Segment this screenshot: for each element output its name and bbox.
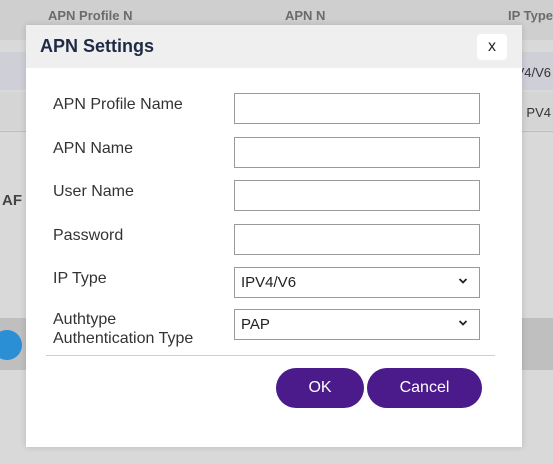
ok-button[interactable]: OK xyxy=(276,368,364,408)
cancel-button[interactable]: Cancel xyxy=(367,368,482,408)
background-side-label: AF xyxy=(2,192,22,209)
ip-type-select[interactable]: IPV4/V6 xyxy=(234,267,480,298)
authtype-label: Authtype xyxy=(53,311,117,328)
background-column-header: IP Type xyxy=(508,8,553,23)
close-button[interactable]: x xyxy=(477,34,507,60)
user-name-input[interactable] xyxy=(234,180,480,211)
ip-type-label: IP Type xyxy=(53,270,107,287)
apn-profile-name-input[interactable] xyxy=(234,93,480,124)
authtype-select[interactable]: PAP xyxy=(234,309,480,340)
apn-name-input[interactable] xyxy=(234,137,480,168)
authtype-selected-value: PAP xyxy=(241,316,270,333)
password-input[interactable] xyxy=(234,224,480,255)
ip-type-selected-value: IPV4/V6 xyxy=(241,274,297,291)
password-label: Password xyxy=(53,227,124,244)
apn-name-label: APN Name xyxy=(53,140,134,157)
apn-profile-name-label: APN Profile Name xyxy=(53,96,183,113)
dialog-divider xyxy=(46,355,495,356)
dialog-title: APN Settings xyxy=(40,36,155,56)
background-column-header: APN N xyxy=(285,8,326,23)
background-cell-ip-type: PV4 xyxy=(526,105,551,120)
chevron-down-icon xyxy=(459,278,467,284)
authentication-type-label: Authentication Type xyxy=(53,330,194,347)
background-column-header: APN Profile N xyxy=(48,8,133,23)
chevron-down-icon xyxy=(459,320,467,326)
user-name-label: User Name xyxy=(53,183,134,200)
apn-settings-dialog: APN Settings x APN Profile Name APN Name… xyxy=(26,25,522,447)
dialog-header: APN Settings x xyxy=(26,25,522,68)
close-icon: x xyxy=(488,38,496,55)
